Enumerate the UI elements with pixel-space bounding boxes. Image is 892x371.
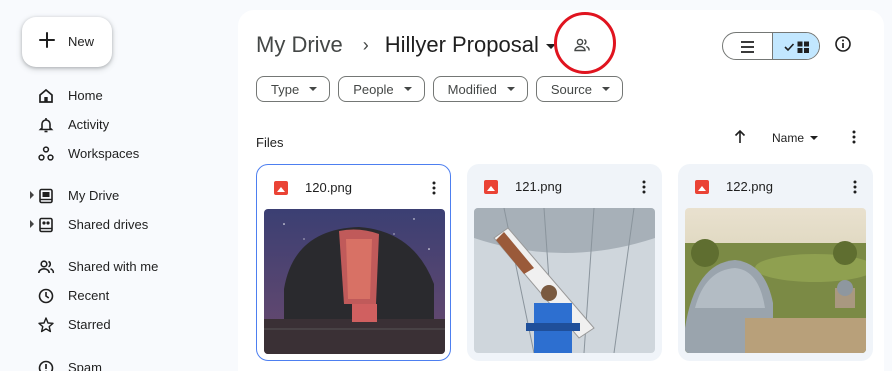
- info-icon[interactable]: [834, 35, 852, 53]
- workspaces-icon: [38, 146, 54, 161]
- filter-label: People: [353, 81, 394, 97]
- list-icon: [741, 41, 754, 53]
- telescope-image: [474, 208, 655, 353]
- sidebar: New Home Activity Workspaces My Drive Sh…: [0, 0, 238, 371]
- file-name: 122.png: [726, 179, 773, 194]
- more-options-icon[interactable]: [850, 178, 860, 196]
- chevron-down-icon: [506, 87, 515, 91]
- sidebar-item-label: Recent: [68, 288, 110, 303]
- plus-icon: [37, 30, 57, 50]
- filter-chips: Type People Modified Source: [256, 76, 624, 102]
- image-file-icon: [484, 180, 498, 194]
- filter-label: Type: [271, 81, 300, 97]
- file-thumbnail: [264, 209, 445, 354]
- files-section-title: Files: [256, 135, 284, 150]
- chevron-down-icon: [810, 136, 819, 140]
- check-grid-icon: [784, 41, 809, 53]
- sidebar-item-label: Starred: [68, 317, 111, 332]
- expand-arrow-icon[interactable]: [30, 191, 34, 199]
- breadcrumb-current-folder[interactable]: Hillyer Proposal: [385, 32, 556, 58]
- bell-icon: [38, 118, 54, 133]
- more-options-icon[interactable]: [429, 179, 439, 197]
- more-options-icon[interactable]: [848, 128, 860, 146]
- sidebar-item-label: My Drive: [68, 188, 120, 203]
- sidebar-item-label: Spam: [68, 360, 102, 371]
- sidebar-item-label: Home: [68, 88, 103, 103]
- file-name: 120.png: [305, 180, 352, 195]
- file-card[interactable]: 122.png: [678, 164, 873, 361]
- more-options-icon[interactable]: [639, 178, 649, 196]
- sidebar-item-spam[interactable]: Spam: [0, 355, 230, 371]
- sort-by-button[interactable]: Name: [772, 131, 819, 145]
- main-content: My Drive › Hillyer Proposal Type People …: [238, 10, 884, 371]
- sidebar-item-shared-drives[interactable]: Shared drives: [0, 212, 230, 238]
- filter-people[interactable]: People: [338, 76, 425, 102]
- breadcrumb-separator: ›: [362, 34, 369, 55]
- filter-label: Source: [550, 81, 593, 97]
- sidebar-item-label: Shared with me: [68, 259, 159, 274]
- sidebar-item-label: Activity: [68, 117, 110, 132]
- grid-view-button[interactable]: [772, 33, 819, 59]
- people-icon: [38, 260, 55, 274]
- sidebar-item-activity[interactable]: Activity: [0, 112, 230, 138]
- file-name: 121.png: [515, 179, 562, 194]
- breadcrumb: My Drive › Hillyer Proposal: [256, 30, 556, 60]
- sort-direction-arrow-up-icon[interactable]: [732, 128, 748, 146]
- view-toggle: [722, 32, 820, 60]
- file-card[interactable]: 120.png: [256, 164, 451, 361]
- file-thumbnail: [474, 208, 655, 353]
- sidebar-item-label: Workspaces: [68, 146, 140, 161]
- sidebar-item-recent[interactable]: Recent: [0, 283, 230, 309]
- file-thumbnail: [685, 208, 866, 353]
- clock-icon: [38, 288, 54, 304]
- filter-label: Modified: [447, 81, 497, 97]
- sidebar-item-my-drive[interactable]: My Drive: [0, 183, 230, 209]
- chevron-down-icon: [403, 87, 412, 91]
- home-icon: [39, 88, 53, 103]
- star-icon: [38, 317, 54, 333]
- filter-source[interactable]: Source: [535, 76, 624, 102]
- expand-arrow-icon[interactable]: [30, 220, 34, 228]
- sort-by-label: Name: [772, 131, 805, 145]
- sidebar-item-label: Shared drives: [68, 217, 149, 232]
- chevron-down-icon: [309, 87, 318, 91]
- sidebar-item-home[interactable]: Home: [0, 83, 230, 109]
- new-button[interactable]: New: [22, 17, 112, 67]
- observatory-night-image: [264, 209, 445, 354]
- image-file-icon: [695, 180, 709, 194]
- drive-icon: [39, 188, 53, 204]
- image-file-icon: [274, 181, 288, 195]
- file-card[interactable]: 121.png: [467, 164, 662, 361]
- sidebar-item-shared-with-me[interactable]: Shared with me: [0, 254, 230, 280]
- sidebar-item-workspaces[interactable]: Workspaces: [0, 141, 230, 167]
- breadcrumb-my-drive[interactable]: My Drive: [256, 32, 343, 58]
- folder-title: Hillyer Proposal: [384, 32, 539, 57]
- observatory-aerial-image: [685, 208, 866, 353]
- chevron-down-icon: [602, 87, 611, 91]
- sidebar-item-starred[interactable]: Starred: [0, 312, 230, 338]
- highlight-circle-annotation: [554, 12, 616, 74]
- filter-type[interactable]: Type: [256, 76, 331, 102]
- spam-icon: [38, 360, 54, 371]
- list-view-button[interactable]: [723, 33, 772, 59]
- new-button-label: New: [68, 34, 95, 49]
- shared-drives-icon: [39, 217, 53, 233]
- filter-modified[interactable]: Modified: [432, 76, 528, 102]
